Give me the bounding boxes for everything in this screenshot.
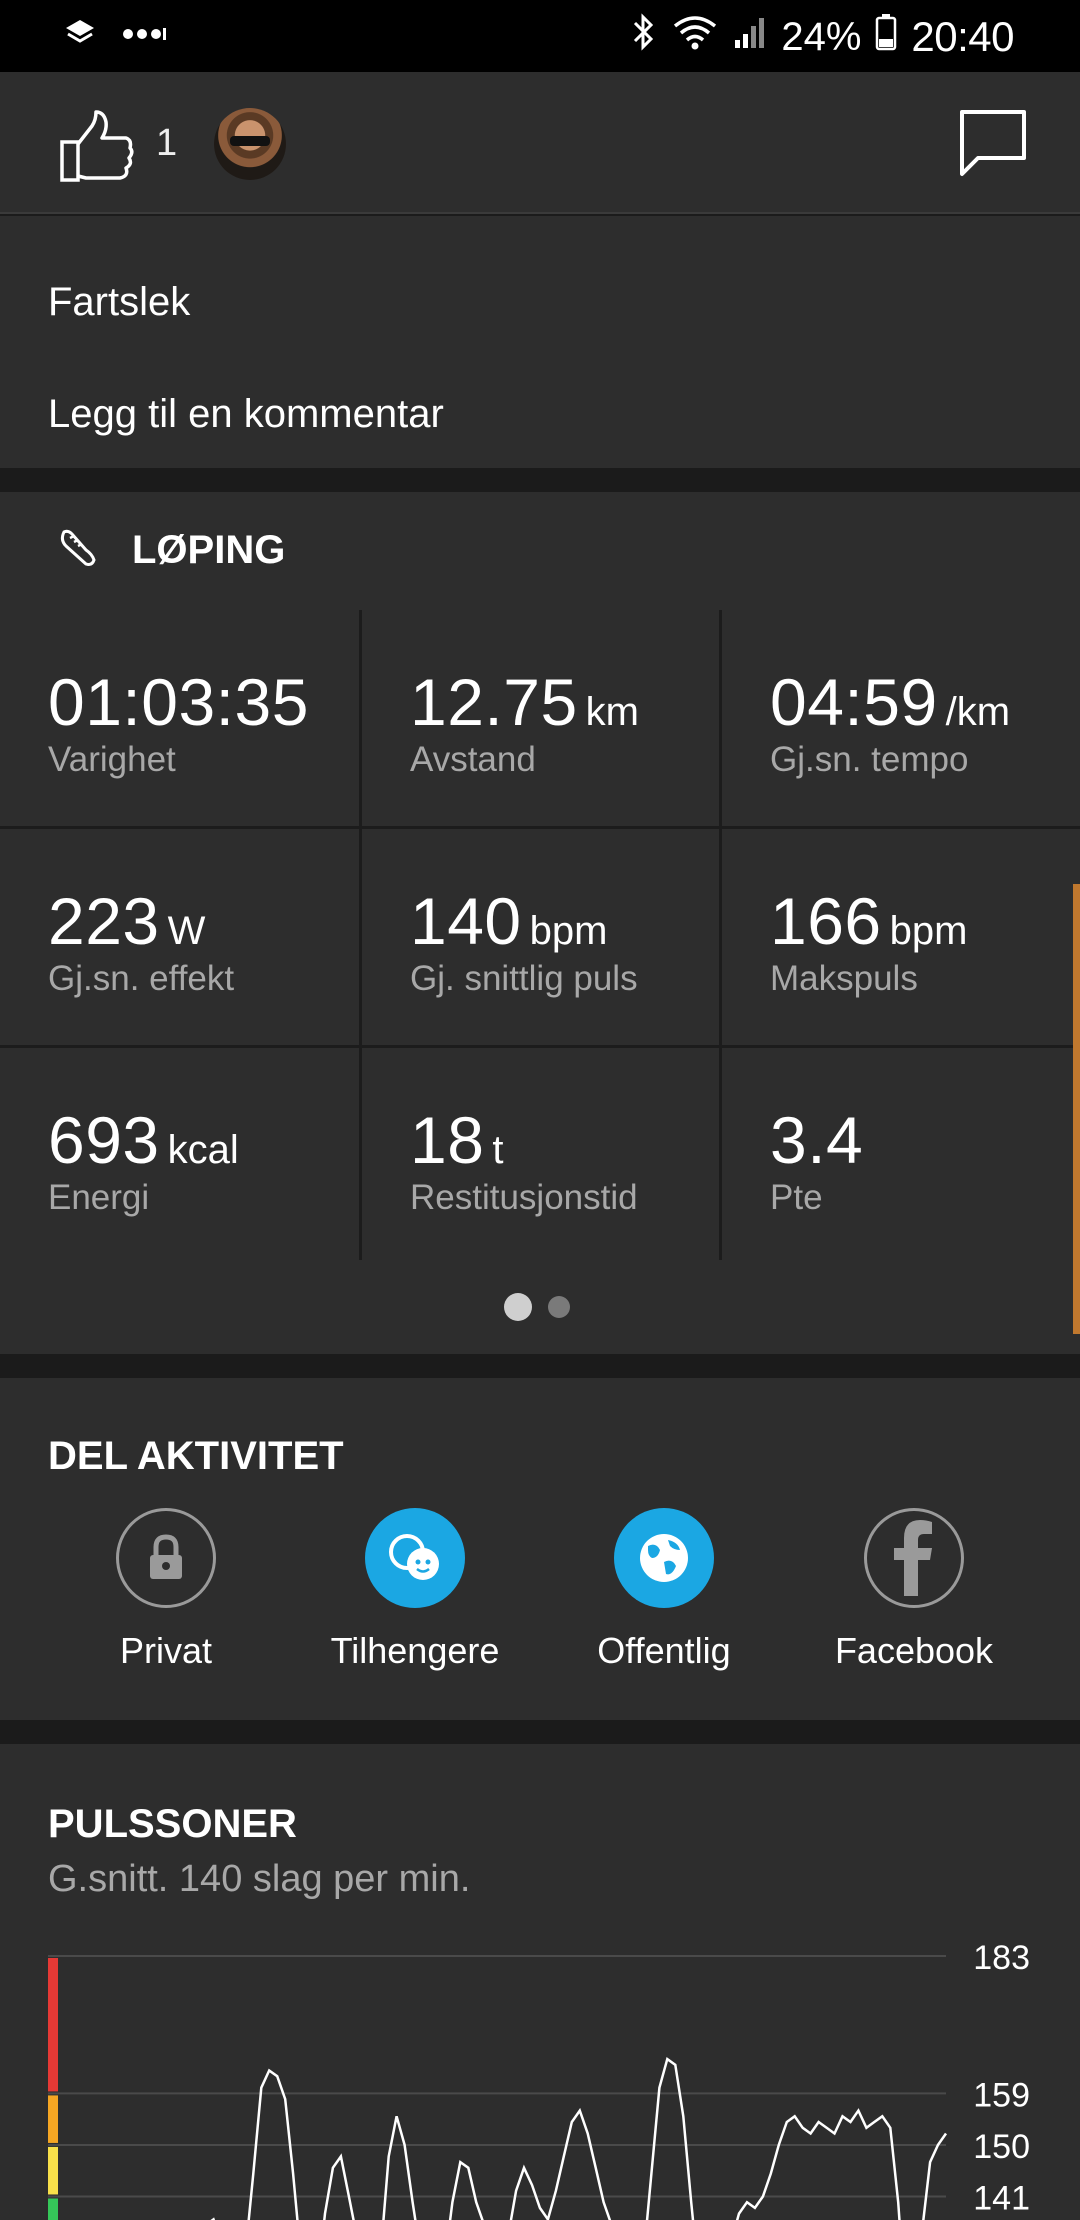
- share-activity-card: DEL AKTIVITET Privat Tilhengere Offentli…: [0, 1378, 1080, 1720]
- stat-recovery-time: 18 t Restitusjonstid: [362, 1048, 722, 1266]
- zone-color-bar: [48, 1958, 58, 2092]
- stat-label: Makspuls: [770, 959, 918, 998]
- stat-avg-power: 223 W Gj.sn. effekt: [0, 829, 360, 1047]
- stat-unit: /km: [945, 690, 1011, 734]
- stat-label: Pte: [770, 1178, 823, 1217]
- stat-max-heart-rate: 166 bpm Makspuls: [722, 829, 1080, 1047]
- stat-label: Avstand: [410, 740, 536, 779]
- y-tick-label: 141: [973, 2179, 1030, 2217]
- stat-value: 04:59: [770, 665, 938, 739]
- status-left: [62, 16, 166, 57]
- stat-label: Gj. snittlig puls: [410, 959, 638, 998]
- running-shoe-icon: [56, 526, 100, 570]
- stat-unit: kcal: [167, 1128, 239, 1172]
- heart-rate-zones-card: PULSSONER G.snitt. 140 slag per min. 183…: [0, 1744, 1080, 2220]
- stat-unit: km: [585, 690, 639, 734]
- stat-distance: 12.75 km Avstand: [362, 610, 722, 828]
- stat-avg-heart-rate: 140 bpm Gj. snittlig puls: [362, 829, 722, 1047]
- share-title: DEL AKTIVITET: [48, 1434, 344, 1478]
- facebook-icon: [864, 1508, 964, 1608]
- stats-grid[interactable]: 01:03:35 Varighet 12.75 km Avstand 04:59/…: [0, 610, 1080, 1264]
- activity-title[interactable]: Fartslek: [48, 280, 190, 325]
- activity-info-card: Fartslek Legg til en kommentar: [0, 216, 1080, 468]
- stat-unit: t: [492, 1128, 504, 1172]
- share-option-label: Tilhengere: [330, 1630, 500, 1671]
- stat-pace: 04:59/km Gj.sn. tempo: [722, 610, 1080, 828]
- zone-color-bar: [48, 2095, 58, 2143]
- grid-divider: [0, 826, 1080, 829]
- stat-value: 223: [48, 884, 160, 958]
- stat-energy: 693 kcal Energi: [0, 1048, 360, 1266]
- thumbs-up-icon[interactable]: [56, 106, 136, 186]
- stat-label: Energi: [48, 1178, 150, 1217]
- battery-icon: [875, 13, 897, 61]
- stat-value: 01:03:35: [48, 665, 309, 739]
- battery-percent: 24%: [781, 14, 862, 59]
- grid-divider: [359, 610, 362, 1260]
- share-option-label: Facebook: [834, 1630, 994, 1671]
- page-dot-active: [504, 1293, 532, 1321]
- stat-duration: 01:03:35 Varighet: [0, 610, 360, 828]
- stat-pte: 3.4 Pte: [722, 1048, 1080, 1266]
- wifi-icon: [671, 12, 719, 62]
- status-bar: 24% 20:40: [0, 0, 1080, 72]
- y-tick-label: 159: [973, 2076, 1030, 2114]
- share-option-label: Offentlig: [597, 1630, 731, 1671]
- zone-color-bar: [48, 2198, 58, 2220]
- y-tick-label: 150: [973, 2128, 1030, 2166]
- bluetooth-icon: [631, 12, 657, 62]
- stat-value: 3.4: [770, 1103, 864, 1177]
- globe-icon: [614, 1508, 714, 1608]
- share-option-facebook[interactable]: Facebook: [794, 1508, 1034, 1672]
- share-option-followers[interactable]: Tilhengere: [295, 1508, 535, 1672]
- scrollbar[interactable]: [1073, 884, 1080, 1334]
- stats-card: LØPING 01:03:35 Varighet 12.75 km Avstand…: [0, 492, 1080, 1354]
- layers-icon: [62, 16, 98, 57]
- grid-divider: [719, 610, 722, 1260]
- avatar[interactable]: [214, 108, 286, 180]
- signal-icon: [733, 14, 767, 60]
- add-comment-field[interactable]: Legg til en kommentar: [48, 392, 444, 437]
- y-tick-label: 183: [973, 1939, 1030, 1977]
- stat-unit: W: [167, 909, 206, 953]
- avatar-glasses: [230, 136, 270, 146]
- activity-header: 1: [0, 72, 1080, 214]
- clock: 20:40: [911, 13, 1014, 60]
- share-option-private[interactable]: Privat: [46, 1508, 286, 1672]
- stat-label: Gj.sn. effekt: [48, 959, 235, 998]
- share-option-public[interactable]: Offentlig: [544, 1508, 784, 1672]
- sport-type: LØPING: [132, 528, 286, 572]
- followers-icon: [365, 1508, 465, 1608]
- status-right: 24% 20:40: [631, 12, 1014, 62]
- share-option-label: Privat: [119, 1630, 213, 1671]
- stat-label: Gj.sn. tempo: [770, 740, 969, 779]
- comment-icon[interactable]: [956, 106, 1030, 180]
- stat-label: Varighet: [48, 740, 176, 779]
- more-notifications-icon: [122, 26, 166, 47]
- stat-value: 140: [410, 884, 522, 958]
- stat-value: 12.75: [410, 665, 578, 739]
- grid-divider: [0, 1045, 1080, 1048]
- page-dot: [548, 1296, 570, 1318]
- stat-unit: bpm: [529, 909, 608, 953]
- stat-unit: bpm: [889, 909, 968, 953]
- zone-color-bar: [48, 2146, 58, 2195]
- stat-label: Restitusjonstid: [410, 1178, 638, 1217]
- stat-value: 693: [48, 1103, 160, 1177]
- page-indicator[interactable]: [504, 1293, 570, 1321]
- stat-value: 166: [770, 884, 882, 958]
- stat-value: 18: [410, 1103, 485, 1177]
- heart-rate-chart[interactable]: 183159150141132: [0, 1744, 1080, 2220]
- like-count: 1: [156, 122, 178, 164]
- lock-icon: [116, 1508, 216, 1608]
